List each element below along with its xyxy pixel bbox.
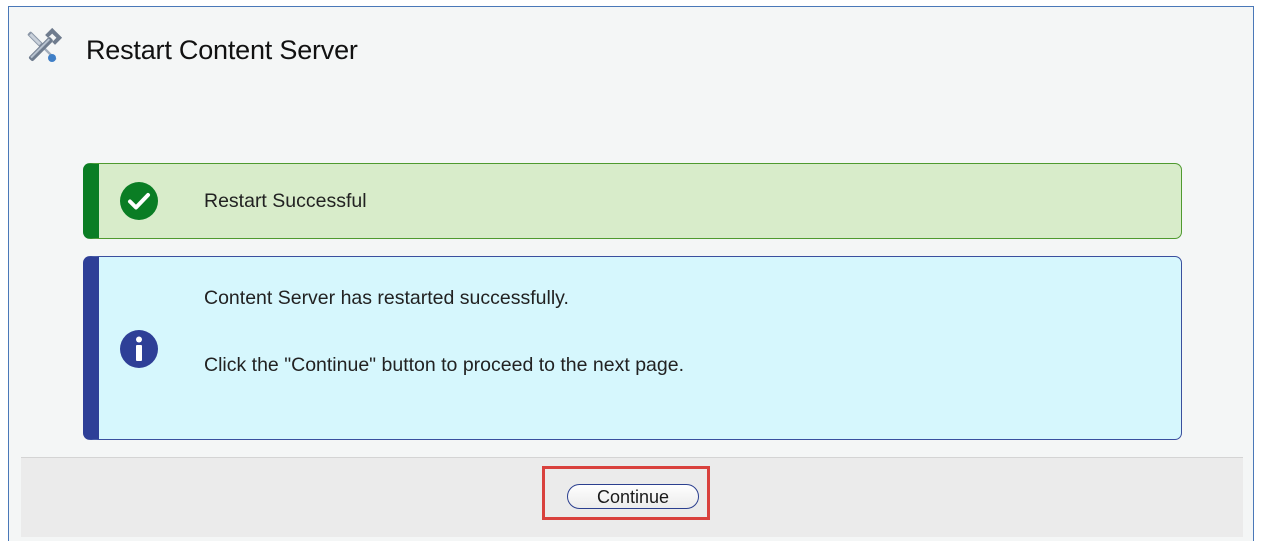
page-title: Restart Content Server bbox=[86, 35, 358, 65]
info-message-line-2: Click the "Continue" button to proceed t… bbox=[204, 354, 684, 376]
continue-highlight-box: Continue bbox=[542, 466, 710, 520]
info-message-line-1: Content Server has restarted successfull… bbox=[204, 287, 569, 309]
tools-icon bbox=[21, 25, 65, 69]
restart-panel: Restart Content Server Restart Successfu… bbox=[8, 6, 1254, 541]
success-alert: Restart Successful bbox=[83, 163, 1182, 239]
continue-button[interactable]: Continue bbox=[567, 484, 699, 509]
info-alert: Content Server has restarted successfull… bbox=[83, 256, 1182, 440]
success-message: Restart Successful bbox=[204, 190, 367, 212]
checkmark-circle-icon bbox=[119, 181, 159, 221]
info-circle-icon bbox=[119, 329, 159, 369]
page-header: Restart Content Server bbox=[9, 7, 1253, 87]
button-bar: Continue bbox=[21, 457, 1243, 537]
